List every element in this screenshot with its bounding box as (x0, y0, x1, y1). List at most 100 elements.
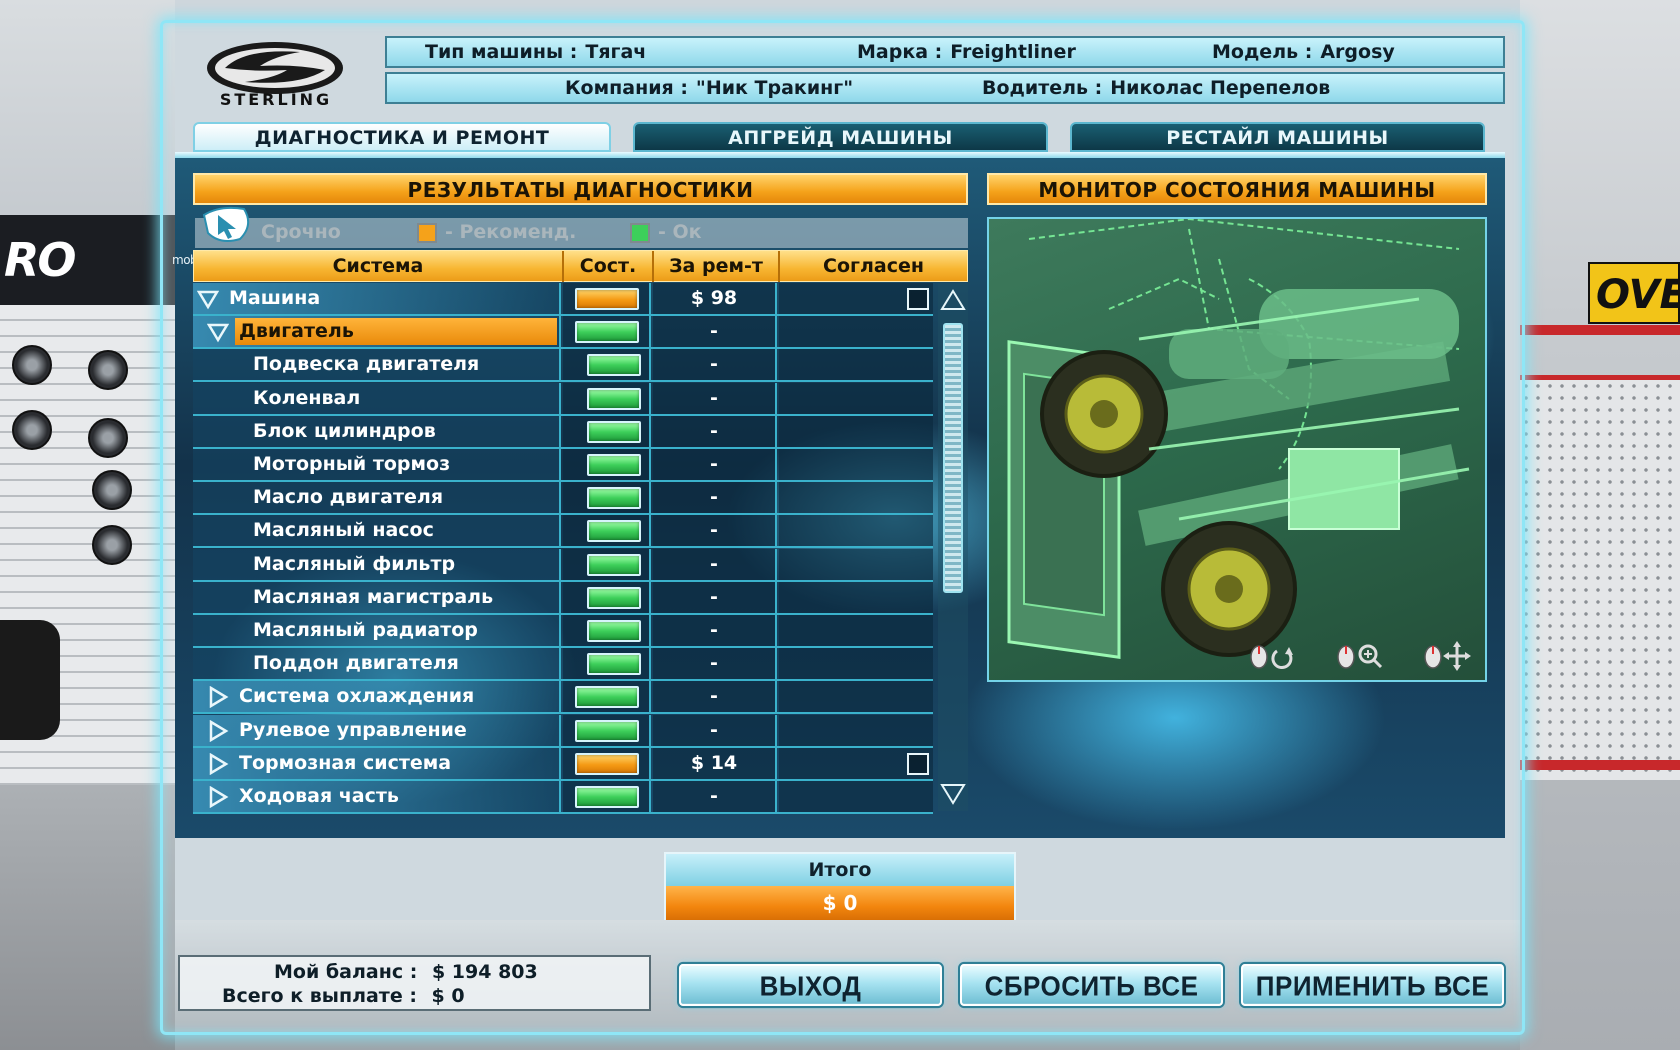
expand-icon[interactable] (207, 786, 229, 808)
agree-checkbox[interactable] (907, 288, 929, 310)
state-cell (563, 615, 651, 646)
system-cell: Подвеска двигателя (193, 349, 561, 381)
table-row[interactable]: Коленвал - (193, 382, 933, 416)
scroll-down-icon[interactable] (940, 781, 966, 807)
state-cell (563, 747, 651, 779)
legend-urgent-label: Срочно (261, 221, 341, 243)
table-row[interactable]: Тормозная система $ 14 (193, 747, 933, 781)
tab-restyle[interactable]: РЕСТАЙЛ МАШИНЫ (1070, 122, 1485, 152)
agree-cell (779, 283, 933, 314)
state-bar-ok (575, 786, 639, 808)
agree-cell (779, 515, 933, 547)
logo-text: STERLING (219, 90, 333, 109)
system-name: Машина (229, 287, 321, 309)
system-name: Моторный тормоз (253, 453, 451, 475)
state-cell (563, 515, 651, 547)
repair-cost: - (653, 449, 777, 480)
table-row[interactable]: Ходовая часть - (193, 781, 933, 814)
expand-icon[interactable] (207, 752, 229, 775)
repair-cost: - (653, 482, 777, 514)
wheel-display (88, 418, 128, 458)
system-cell: Моторный тормоз (193, 449, 561, 480)
collapse-icon[interactable] (207, 321, 229, 343)
agree-checkbox[interactable] (907, 752, 929, 775)
apply-all-button[interactable]: ПРИМЕНИТЬ ВСЕ (1241, 964, 1504, 1006)
state-bar-ok (587, 454, 641, 476)
system-cell: Поддон двигателя (193, 648, 561, 680)
state-bar-ok (575, 719, 639, 742)
state-cell (563, 316, 651, 348)
repair-cost: $ 14 (653, 747, 777, 779)
tire-stack (0, 620, 60, 740)
model-label: Модель : (1212, 41, 1313, 63)
table-scrollbar[interactable] (938, 283, 968, 811)
zoom-icon[interactable] (1334, 641, 1386, 671)
agree-cell (779, 316, 933, 348)
expand-icon[interactable] (207, 719, 229, 742)
truck-monitor-view[interactable] (987, 217, 1487, 682)
move-icon[interactable] (1421, 641, 1473, 671)
balance-line: Мой баланс : $ 194 803 (274, 961, 538, 983)
agree-cell (779, 415, 933, 447)
agree-cell (779, 648, 933, 680)
rotate-icon[interactable] (1247, 641, 1299, 671)
company-label: Компания : (565, 77, 688, 99)
reset-all-button[interactable]: СБРОСИТЬ ВСЕ (960, 964, 1223, 1006)
system-cell: Масляный насос (193, 515, 561, 547)
legend-ok: - Ок (630, 221, 702, 243)
system-cell: Масляный фильтр (193, 548, 561, 580)
table-row[interactable]: Система охлаждения - (193, 681, 933, 715)
agree-cell (779, 482, 933, 514)
agree-cell (779, 747, 933, 779)
exit-button[interactable]: ВЫХОД (679, 964, 942, 1006)
repair-cost: - (653, 382, 777, 414)
owner-info-bar: Компания : "Ник Тракинг" Водитель : Никола… (385, 72, 1505, 104)
garage-right-wall: OVE (1520, 0, 1680, 1050)
state-bar-ok (587, 553, 641, 576)
tab-diagnostics[interactable]: ДИАГНОСТИКА И РЕМОНТ (193, 122, 611, 152)
system-cell: Масляный радиатор (193, 615, 561, 646)
agree-cell (779, 781, 933, 812)
system-name: Поддон двигателя (253, 652, 459, 675)
table-row[interactable]: Масляный фильтр - (193, 548, 933, 582)
repair-cost: - (653, 349, 777, 381)
table-row[interactable]: Масло двигателя - (193, 482, 933, 516)
state-bar-ok (587, 620, 641, 642)
table-row[interactable]: Масляный радиатор - (193, 615, 933, 648)
vehicle-type-field: Тип машины : Тягач (425, 41, 646, 63)
state-cell (563, 449, 651, 480)
repair-cost: - (653, 615, 777, 646)
state-cell (563, 781, 651, 812)
state-cell (563, 349, 651, 381)
collapse-icon[interactable] (197, 288, 219, 310)
state-bar-ok (587, 520, 641, 543)
table-row[interactable]: Масляный насос - (193, 515, 933, 549)
repair-cost: - (653, 648, 777, 680)
driver-field: Водитель : Николас Перепелов (982, 77, 1330, 99)
table-row[interactable]: Масляная магистраль - (193, 581, 933, 615)
garage-left-wall: RO RUCK (0, 0, 175, 1050)
table-row[interactable]: Рулевое управление - (193, 714, 933, 748)
col-state: Сост. (564, 251, 654, 282)
scroll-up-icon[interactable] (940, 287, 966, 313)
tab-upgrade[interactable]: АПГРЕЙД МАШИНЫ (633, 122, 1048, 152)
state-bar-ok (587, 387, 641, 410)
state-cell (563, 714, 651, 746)
system-name: Масло двигателя (253, 486, 444, 509)
expand-icon[interactable] (207, 686, 229, 709)
table-row[interactable]: Моторный тормоз - (193, 449, 933, 482)
table-row[interactable]: Блок цилиндров - (193, 415, 933, 449)
agree-cell (779, 714, 933, 746)
table-row[interactable]: Машина $ 98 (193, 283, 933, 316)
legend-recommended-label: - Рекоменд. (445, 221, 577, 243)
table-row[interactable]: Подвеска двигателя - (193, 349, 933, 383)
state-bar-ok (587, 420, 641, 443)
table-row[interactable]: Поддон двигателя - (193, 648, 933, 682)
state-cell (563, 482, 651, 514)
state-bar-recommended (575, 288, 639, 310)
table-row[interactable]: Двигатель - (193, 316, 933, 350)
system-cell: Рулевое управление (193, 714, 561, 746)
wheel-display (12, 410, 52, 450)
scroll-thumb[interactable] (943, 323, 963, 593)
garage-sign: OVE (1588, 262, 1680, 324)
